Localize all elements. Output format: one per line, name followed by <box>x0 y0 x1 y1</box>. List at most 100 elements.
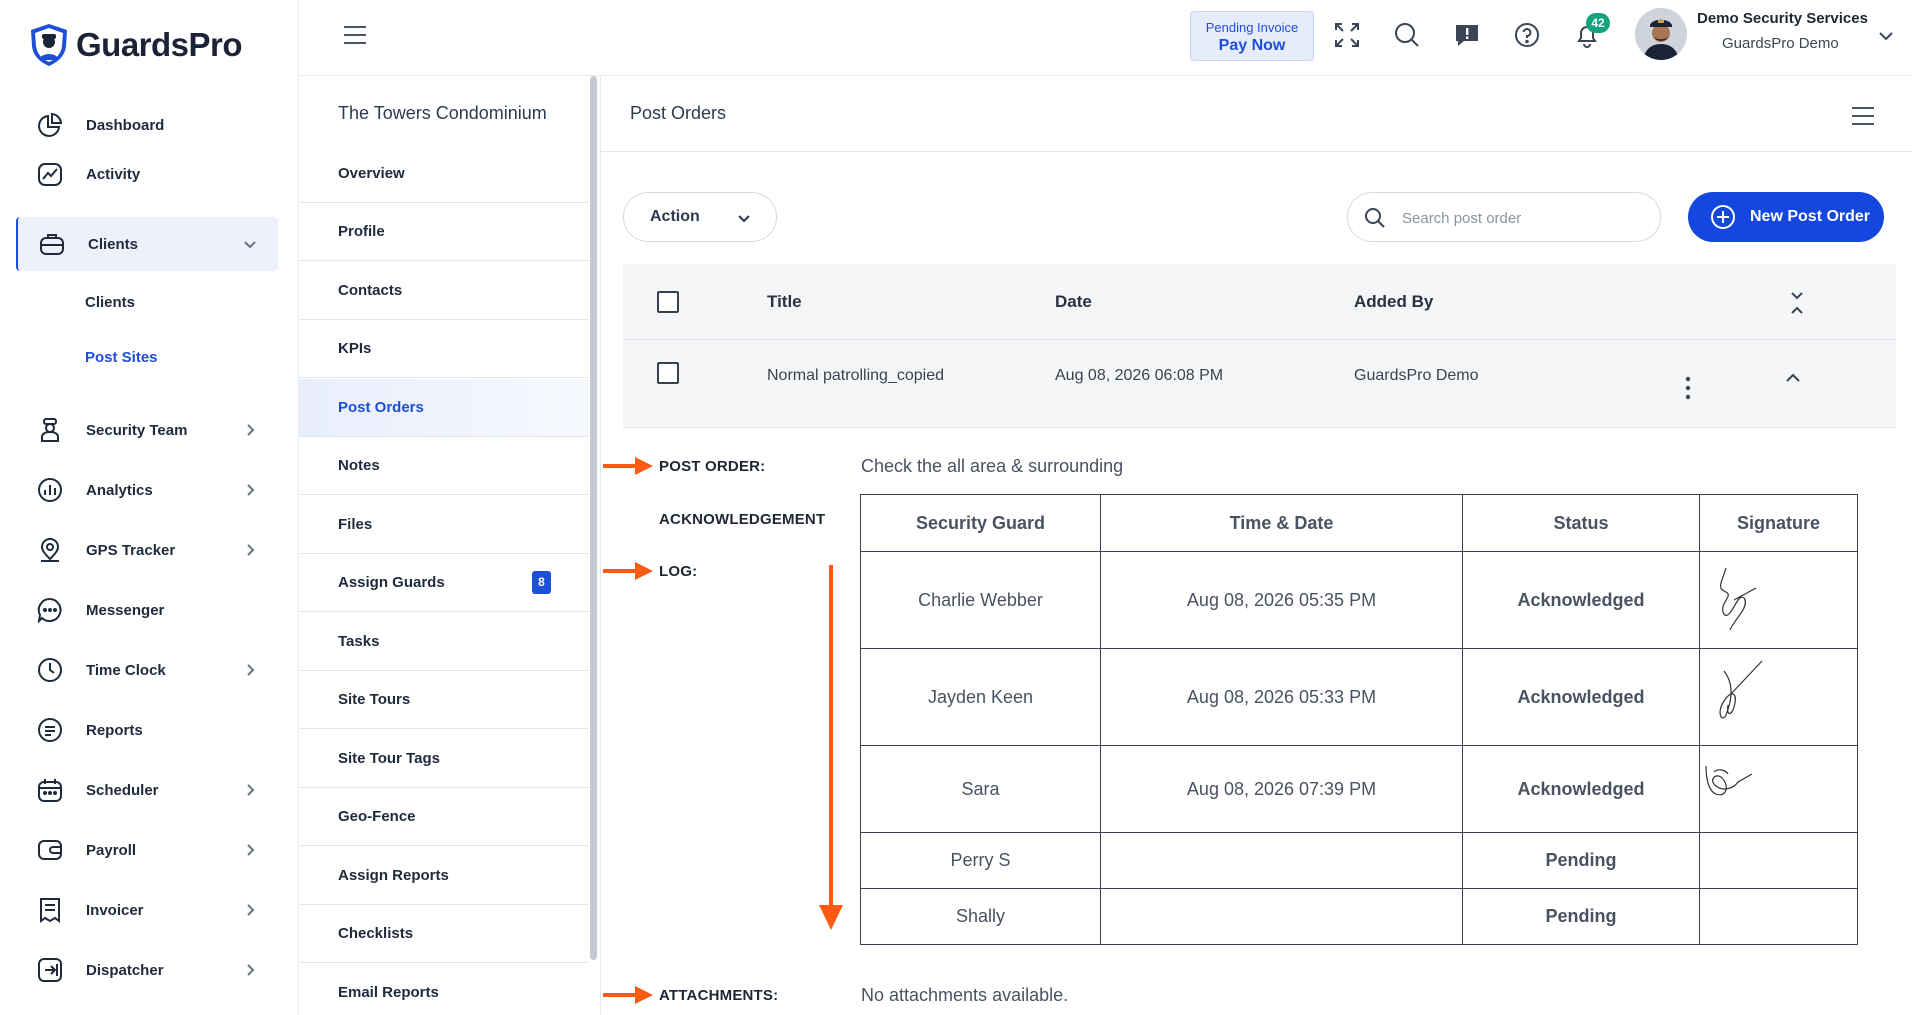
pending-invoice-button[interactable]: Pending Invoice Pay Now <box>1190 11 1314 61</box>
site-menu-item-contacts[interactable]: Contacts <box>299 262 589 320</box>
site-menu-item-site-tour-tags[interactable]: Site Tour Tags <box>299 730 589 788</box>
search-icon[interactable] <box>1392 20 1422 50</box>
user-avatar[interactable] <box>1635 8 1687 60</box>
notification-count-badge: 42 <box>1586 13 1610 33</box>
table-row[interactable]: Normal patrolling_copied Aug 08, 2026 06… <box>623 340 1896 428</box>
sidebar-item-clients[interactable]: Clients <box>16 217 278 271</box>
sidebar-item-reports[interactable]: Reports <box>16 703 278 757</box>
kebab-menu-icon[interactable] <box>1683 375 1693 401</box>
signature-cell <box>1699 888 1858 945</box>
menu-toggle-icon[interactable] <box>343 25 367 45</box>
chevron-right-icon[interactable] <box>242 962 258 978</box>
attachments-label: ATTACHMENTS: <box>659 987 779 1004</box>
sidebar-item-messenger[interactable]: Messenger <box>16 583 278 637</box>
chevron-right-icon[interactable] <box>242 902 258 918</box>
ack-time: Aug 08, 2026 05:35 PM <box>1100 551 1463 649</box>
guard-shield-logo-icon <box>31 24 67 66</box>
sidebar-item-security-team[interactable]: Security Team <box>16 403 278 457</box>
site-menu-item-tasks[interactable]: Tasks <box>299 613 589 671</box>
ack-header-status: Status <box>1462 494 1700 552</box>
annotation-arrow-icon <box>603 457 653 475</box>
report-icon <box>36 716 64 744</box>
sidebar-item-dispatcher[interactable]: Dispatcher <box>16 943 278 997</box>
ack-row: Charlie Webber Aug 08, 2026 05:35 PM Ack… <box>860 551 1858 649</box>
main-sidebar: GuardsPro Dashboard Activity Clients Cli… <box>0 0 299 1015</box>
wallet-icon <box>36 836 64 864</box>
post-order-text: Check the all area & surrounding <box>861 456 1124 476</box>
brand-logo[interactable]: GuardsPro <box>28 22 243 68</box>
sidebar-item-payroll[interactable]: Payroll <box>16 823 278 877</box>
site-menu-item-label: Assign Guards <box>338 574 445 591</box>
sidebar-item-time-clock[interactable]: Time Clock <box>16 643 278 697</box>
feedback-icon[interactable] <box>1452 20 1482 50</box>
chevron-right-icon[interactable] <box>242 662 258 678</box>
sidebar-item-analytics[interactable]: Analytics <box>16 463 278 517</box>
site-menu-item-assign-guards[interactable]: Assign Guards 8 <box>299 554 589 612</box>
chevron-right-icon[interactable] <box>242 782 258 798</box>
ack-row: Sara Aug 08, 2026 07:39 PM Acknowledged <box>860 745 1858 833</box>
briefcase-icon <box>38 230 66 258</box>
action-dropdown[interactable]: Action <box>623 192 777 242</box>
sidebar-item-dashboard[interactable]: Dashboard <box>16 98 278 152</box>
chevron-right-icon[interactable] <box>242 422 258 438</box>
site-menu-item-files[interactable]: Files <box>299 496 589 554</box>
chat-icon <box>36 596 64 624</box>
row-date: Aug 08, 2026 06:08 PM <box>1055 367 1224 384</box>
collapse-all-icon[interactable] <box>1788 291 1806 315</box>
select-all-checkbox[interactable] <box>657 291 679 313</box>
panel-header: Post Orders <box>601 76 1912 152</box>
ack-status: Pending <box>1462 832 1700 889</box>
location-pin-icon <box>36 536 64 564</box>
acknowledgement-table: Security Guard Time & Date Status Signat… <box>860 494 1858 945</box>
sidebar-item-gps-tracker[interactable]: GPS Tracker <box>16 523 278 577</box>
row-checkbox[interactable] <box>657 362 679 384</box>
site-menu-item-checklists[interactable]: Checklists <box>299 905 589 963</box>
ack-time: Aug 08, 2026 05:33 PM <box>1100 648 1463 746</box>
ack-header-signature: Signature <box>1699 494 1858 552</box>
site-menu-item-email-reports[interactable]: Email Reports <box>299 964 589 1015</box>
site-menu-item-kpis[interactable]: KPIs <box>299 320 589 378</box>
help-icon[interactable] <box>1512 20 1542 50</box>
new-post-order-button[interactable]: New Post Order <box>1688 192 1884 242</box>
site-menu-item-overview[interactable]: Overview <box>299 145 589 203</box>
search-input[interactable] <box>1402 206 1642 230</box>
panel-menu-icon[interactable] <box>1851 106 1875 126</box>
chevron-right-icon[interactable] <box>242 482 258 498</box>
site-menu-item-geo-fence[interactable]: Geo-Fence <box>299 788 589 846</box>
column-header-added-by[interactable]: Added By <box>1354 292 1433 312</box>
column-header-title[interactable]: Title <box>767 292 802 312</box>
attachments-text: No attachments available. <box>861 985 1069 1005</box>
annotation-arrow-icon <box>603 562 653 580</box>
activity-icon <box>36 160 64 188</box>
signature-cell <box>1699 832 1858 889</box>
signature-image <box>1699 745 1858 833</box>
sidebar-item-invoicer[interactable]: Invoicer <box>16 883 278 937</box>
site-menu-item-profile[interactable]: Profile <box>299 203 589 261</box>
user-company-name: Demo Security Services <box>1697 10 1868 27</box>
site-menu-item-notes[interactable]: Notes <box>299 437 589 495</box>
clock-icon <box>36 656 64 684</box>
sidebar-subitem-clients[interactable]: Clients <box>85 294 135 311</box>
dispatch-icon <box>36 956 64 984</box>
site-menu-item-assign-reports[interactable]: Assign Reports <box>299 847 589 905</box>
search-post-order-box[interactable] <box>1347 192 1661 242</box>
top-header: Pending Invoice Pay Now 42 Demo Security… <box>299 0 1912 76</box>
page-title: Post Orders <box>630 103 727 123</box>
sidebar-item-scheduler[interactable]: Scheduler <box>16 763 278 817</box>
fullscreen-icon[interactable] <box>1332 20 1362 50</box>
sidebar-subitem-post-sites[interactable]: Post Sites <box>85 349 158 366</box>
ack-header-guard: Security Guard <box>860 494 1101 552</box>
chevron-right-icon[interactable] <box>242 542 258 558</box>
site-menu-item-post-orders[interactable]: Post Orders <box>299 379 589 437</box>
site-menu-item-site-tours[interactable]: Site Tours <box>299 671 589 729</box>
chevron-up-icon[interactable] <box>1783 368 1803 388</box>
chevron-right-icon[interactable] <box>242 842 258 858</box>
sidebar-item-activity[interactable]: Activity <box>16 147 278 201</box>
invoice-icon <box>36 896 64 924</box>
site-menu-scrollbar[interactable] <box>590 76 597 960</box>
chevron-down-icon[interactable] <box>1877 27 1895 45</box>
column-header-date[interactable]: Date <box>1055 292 1092 312</box>
assign-guards-count-badge: 8 <box>532 571 551 594</box>
chevron-down-icon[interactable] <box>242 236 258 252</box>
user-display-name: GuardsPro Demo <box>1722 35 1839 52</box>
